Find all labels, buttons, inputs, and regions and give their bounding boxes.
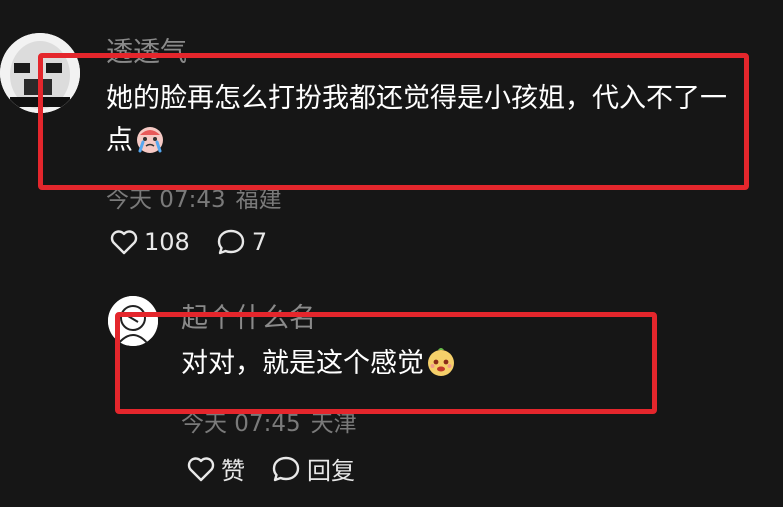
heart-icon (110, 230, 138, 255)
comment-actions: 108 7 (110, 228, 267, 256)
heart-icon (187, 456, 215, 481)
comment-meta: 今天 07:43 福建 (106, 180, 282, 214)
comment-time: 今天 07:43 (106, 187, 226, 213)
like-count: 108 (144, 228, 190, 256)
comment-username[interactable]: 透透气 (106, 30, 187, 69)
comment-body: 她的脸再怎么打扮我都还觉得是小孩姐，代入不了一点 (106, 83, 727, 156)
reply-actions: 赞 回复 (187, 451, 355, 486)
comment-text: 她的脸再怎么打扮我都还觉得是小孩姐，代入不了一点 (106, 78, 746, 162)
speech-bubble-icon (217, 229, 245, 255)
speech-bubble-icon (272, 456, 300, 481)
crying-face-emoji-icon (137, 127, 163, 153)
smug-face-emoji-icon (428, 348, 454, 376)
meme-face-avatar-icon (0, 33, 80, 113)
reply-count-button[interactable]: 7 (216, 228, 267, 256)
avatar[interactable] (0, 33, 80, 113)
reply-avatar[interactable] (108, 296, 158, 346)
reply-location: 天津 (310, 411, 357, 437)
like-button[interactable]: 108 (110, 228, 190, 256)
doodle-avatar-icon (108, 296, 158, 346)
reply-count: 7 (251, 228, 268, 256)
reply-time: 今天 07:45 (181, 411, 301, 437)
comment-location: 福建 (235, 187, 282, 213)
reply-like-button[interactable]: 赞 (187, 451, 245, 486)
reply-username[interactable]: 起个什么名 (181, 296, 316, 335)
reply-like-label: 赞 (221, 457, 245, 485)
reply-text: 对对，就是这个感觉 (181, 343, 641, 385)
reply-body: 对对，就是这个感觉 (181, 348, 424, 379)
reply-reply-button[interactable]: 回复 (271, 451, 355, 486)
reply-reply-label: 回复 (307, 457, 355, 485)
reply-meta: 今天 07:45 天津 (181, 404, 357, 438)
